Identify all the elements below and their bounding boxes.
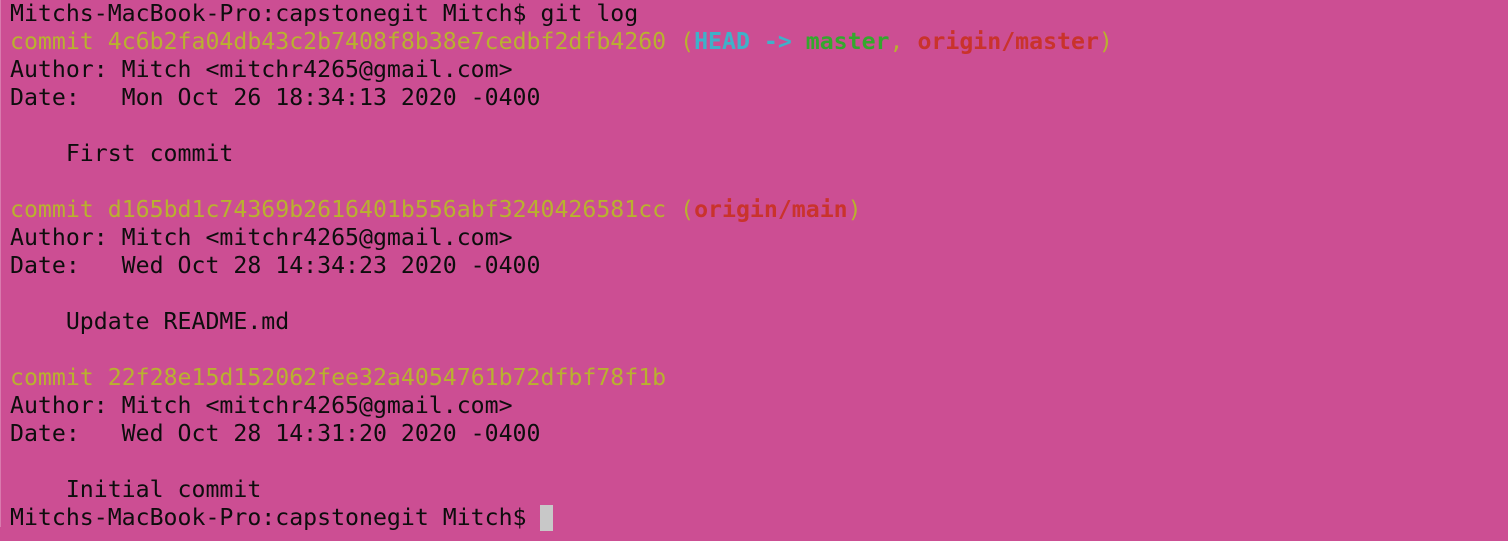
date-line: Date: Wed Oct 28 14:31:20 2020 -0400 <box>10 420 541 447</box>
commit-line: commit 4c6b2fa04db43c2b7408f8b38e7cedbf2… <box>10 28 1113 56</box>
commit-message: Update README.md <box>10 308 290 335</box>
commit-line: commit d165bd1c74369b2616401b556abf32404… <box>10 196 862 224</box>
window-edge <box>0 0 1 527</box>
commit-hash: 22f28e15d152062fee32a4054761b72dfbf78f1b <box>107 364 667 391</box>
prompt-line: Mitchs-MacBook-Pro:capstonegit Mitch$ gi… <box>10 0 638 28</box>
local-branch: master <box>805 28 890 55</box>
commit-keyword: commit <box>10 28 108 55</box>
commit-message: First commit <box>10 140 234 167</box>
date-line: Date: Mon Oct 26 18:34:13 2020 -0400 <box>10 84 541 111</box>
commit-hash: 4c6b2fa04db43c2b7408f8b38e7cedbf2dfb4260 <box>107 28 667 55</box>
terminal-window[interactable]: Mitchs-MacBook-Pro:capstonegit Mitch$ gi… <box>0 0 1508 541</box>
command: git log <box>540 0 639 27</box>
author-line: Author: Mitch <mitchr4265@gmail.com> <box>10 224 513 251</box>
commit-message: Initial commit <box>10 476 262 503</box>
prompt: Mitchs-MacBook-Pro:capstonegit Mitch$ <box>10 0 541 27</box>
date-line: Date: Wed Oct 28 14:34:23 2020 -0400 <box>10 252 541 279</box>
ref-close: ) <box>1098 28 1113 55</box>
commit-hash: d165bd1c74369b2616401b556abf3240426581cc <box>107 196 667 223</box>
ref-open: ( <box>666 28 695 55</box>
author-line: Author: Mitch <mitchr4265@gmail.com> <box>10 56 513 83</box>
commit-line: commit 22f28e15d152062fee32a4054761b72df… <box>10 364 666 392</box>
remote-branch: origin/master <box>917 28 1099 55</box>
head-ref: HEAD -> <box>694 28 806 55</box>
text-cursor[interactable] <box>540 505 554 531</box>
ref-open: ( <box>666 196 695 223</box>
author-line: Author: Mitch <mitchr4265@gmail.com> <box>10 392 513 419</box>
final-prompt-line[interactable]: Mitchs-MacBook-Pro:capstonegit Mitch$ <box>10 504 554 532</box>
remote-branch: origin/main <box>694 196 848 223</box>
commit-keyword: commit <box>10 364 108 391</box>
ref-close: ) <box>847 196 862 223</box>
prompt: Mitchs-MacBook-Pro:capstonegit Mitch$ <box>10 504 541 531</box>
commit-keyword: commit <box>10 196 108 223</box>
ref-separator: , <box>889 28 918 55</box>
